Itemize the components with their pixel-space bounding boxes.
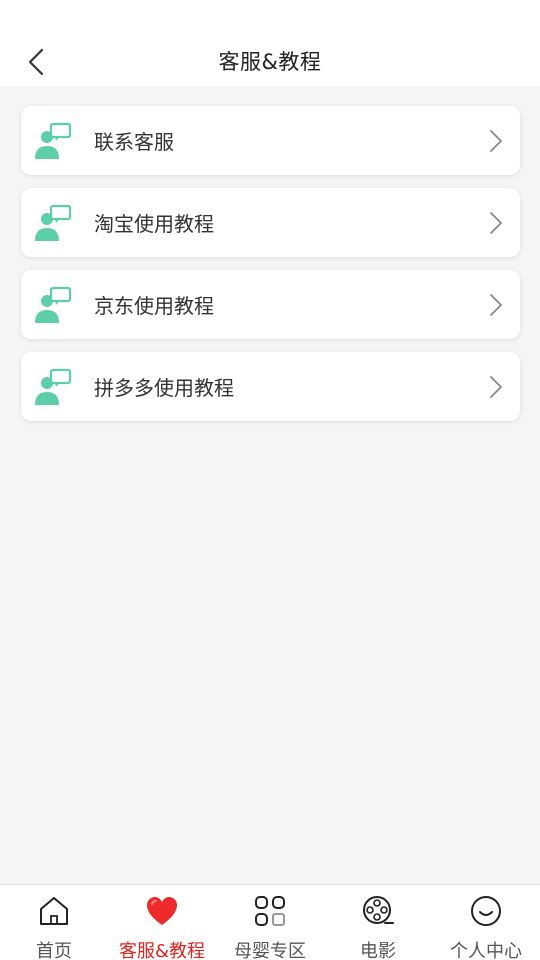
tab-label: 电影: [360, 941, 396, 960]
page-title: 客服&教程: [218, 50, 322, 74]
menu-item-pinduoduo-tutorial[interactable]: 拼多多使用教程: [21, 352, 520, 421]
tab-movie[interactable]: 电影: [324, 885, 432, 960]
top-bar: 客服&教程: [0, 0, 540, 86]
customer-service-icon: [35, 368, 72, 405]
menu-item-jd-tutorial[interactable]: 京东使用教程: [21, 270, 520, 339]
menu-item-label: 淘宝使用教程: [94, 212, 214, 236]
tab-label: 母婴专区: [234, 941, 306, 960]
menu-list: 联系客服 淘宝使用教程 京东使用教程 拼多多使用教程: [21, 106, 520, 434]
film-reel-icon: [363, 896, 394, 924]
chevron-right-icon: [490, 376, 502, 398]
chevron-right-icon: [490, 212, 502, 234]
menu-item-contact-service[interactable]: 联系客服: [21, 106, 520, 175]
chevron-right-icon: [490, 130, 502, 152]
tab-label: 客服&教程: [118, 941, 206, 960]
smiley-icon: [471, 896, 501, 926]
heart-icon: [147, 897, 177, 925]
menu-item-label: 京东使用教程: [94, 294, 214, 318]
grid-icon: [255, 896, 285, 926]
menu-item-label: 拼多多使用教程: [94, 376, 234, 400]
tab-label: 首页: [36, 941, 72, 960]
customer-service-icon: [35, 286, 72, 323]
tab-mother-baby[interactable]: 母婴专区: [216, 885, 324, 960]
chevron-right-icon: [490, 294, 502, 316]
tab-profile[interactable]: 个人中心: [432, 885, 540, 960]
customer-service-icon: [35, 204, 72, 241]
bottom-tab-bar: 首页 客服&教程 母婴专区 电影 个人中心: [0, 884, 540, 960]
tab-home[interactable]: 首页: [0, 885, 108, 960]
tab-service-tutorial[interactable]: 客服&教程: [108, 885, 216, 960]
menu-item-label: 联系客服: [94, 130, 174, 154]
menu-item-taobao-tutorial[interactable]: 淘宝使用教程: [21, 188, 520, 257]
customer-service-icon: [35, 122, 72, 159]
tab-label: 个人中心: [450, 941, 522, 960]
home-icon: [40, 897, 68, 925]
